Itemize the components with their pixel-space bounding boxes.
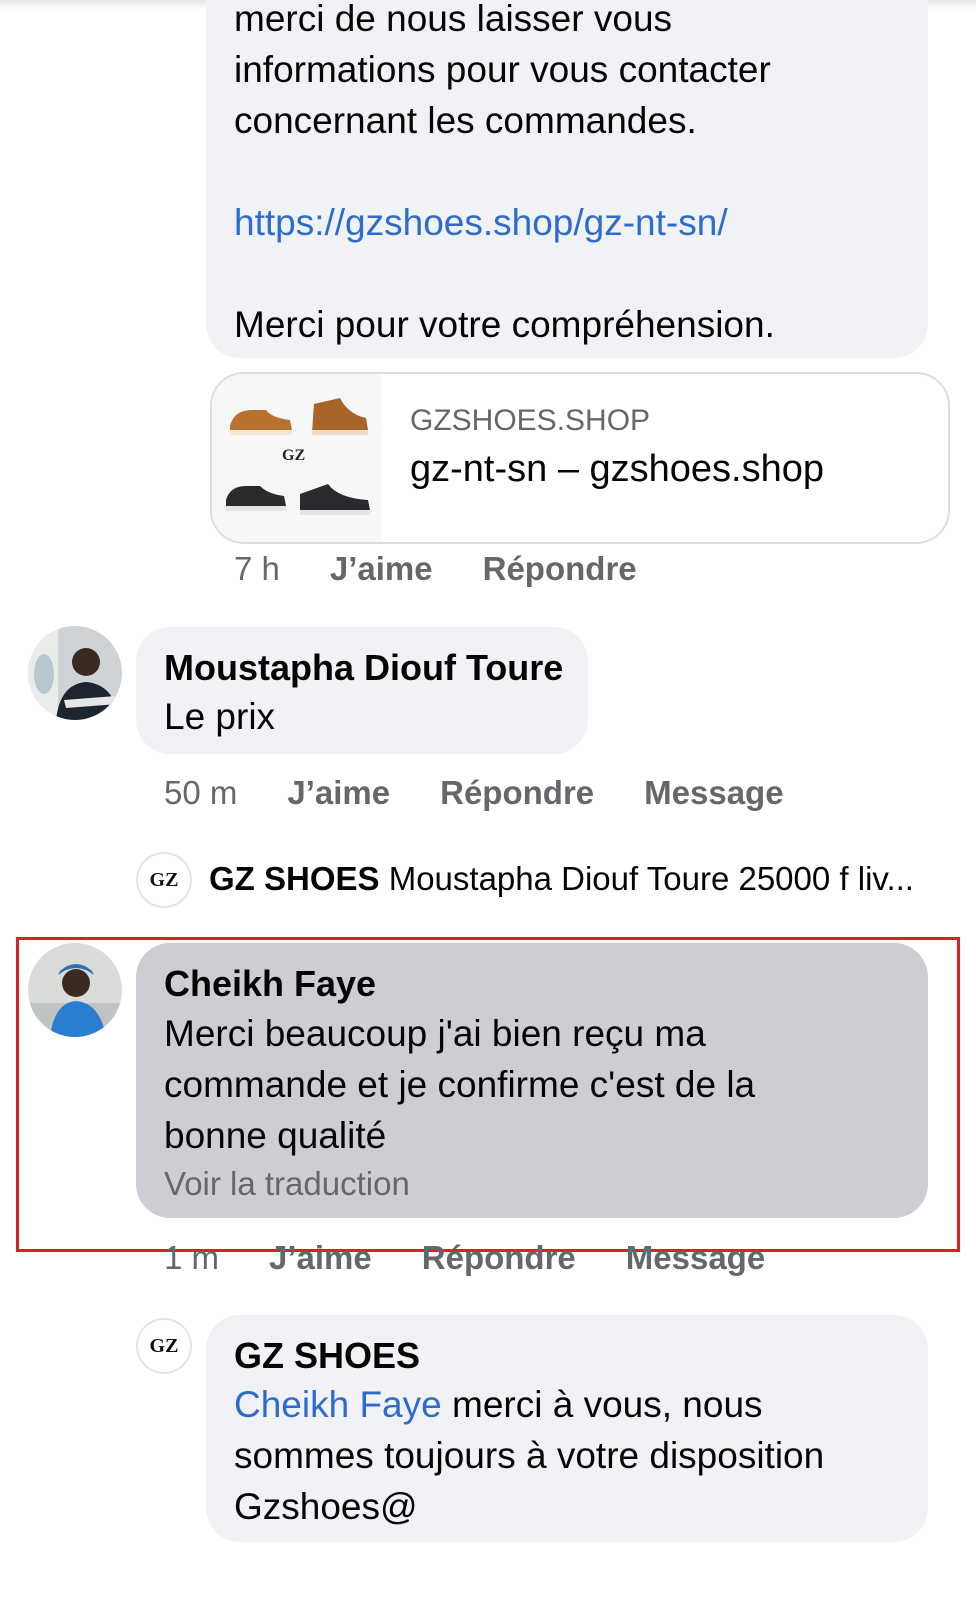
shop-reply-line-rest: merci à vous, nous: [441, 1384, 763, 1425]
comment-line: bonne qualité: [164, 1115, 387, 1156]
shop-reply-line: Gzshoes@: [234, 1486, 418, 1527]
avatar[interactable]: [28, 943, 122, 1037]
comment-text: Merci beaucoup j'ai bien reçu ma command…: [164, 1008, 914, 1161]
comment-author[interactable]: Moustapha Diouf Toure: [164, 647, 563, 689]
gz-shoes-logo[interactable]: GZ: [136, 1318, 192, 1374]
reply-button[interactable]: Répondre: [483, 550, 637, 588]
shop-reply-time: 7 h: [234, 550, 280, 587]
preview-title: gz-nt-sn – gzshoes.shop: [410, 448, 825, 490]
shop-link[interactable]: https://gzshoes.shop/gz-nt-sn/: [234, 197, 914, 248]
shop-reply-line: concernant les commandes.: [234, 100, 697, 141]
message-button[interactable]: Message: [644, 774, 783, 812]
like-button[interactable]: J’aime: [330, 550, 433, 588]
avatar[interactable]: [28, 626, 122, 720]
shop-reply-thanks: Merci pour votre compréhension.: [234, 304, 775, 345]
comment-text: Le prix: [164, 696, 276, 737]
comment-time: 1 m: [164, 1239, 220, 1276]
reply-button[interactable]: Répondre: [422, 1239, 576, 1277]
like-button[interactable]: J’aime: [269, 1239, 372, 1277]
collapsed-reply-author: GZ SHOES: [209, 860, 380, 897]
comment-actions: 50 m J’aime Répondre Message: [164, 774, 834, 812]
shop-reply-text: Cheikh Faye merci à vous, nous sommes to…: [234, 1379, 924, 1532]
message-button[interactable]: Message: [626, 1239, 765, 1277]
gz-shoes-logo[interactable]: GZ: [136, 852, 192, 908]
shoes-thumbnail: GZ: [212, 374, 382, 542]
comment-author[interactable]: Cheikh Faye: [164, 963, 376, 1005]
shop-reply-bubble: GZ SHOES Cheikh Faye merci à vous, nous …: [206, 1315, 928, 1542]
comment-time: 50 m: [164, 774, 238, 811]
shop-reply-actions: 7 h J’aime Répondre: [234, 550, 687, 588]
shop-reply-author[interactable]: GZ SHOES: [234, 1335, 420, 1377]
mention-link[interactable]: Cheikh Faye: [234, 1384, 442, 1425]
shop-reply-line: Cheikh Faye merci à vous, nous: [234, 1379, 924, 1430]
comment-actions: 1 m J’aime Répondre Message: [164, 1239, 815, 1277]
shop-reply-line: merci de nous laisser vous: [234, 0, 673, 39]
like-button[interactable]: J’aime: [287, 774, 390, 812]
shop-reply-line: sommes toujours à votre disposition: [234, 1435, 825, 1476]
logo-text: GZ: [149, 1334, 179, 1357]
preview-domain: GZSHOES.SHOP: [410, 404, 651, 437]
comment-line: Merci beaucoup j'ai bien reçu ma: [164, 1013, 706, 1054]
see-translation-link[interactable]: Voir la traduction: [164, 1165, 410, 1203]
thumbnail-logo: GZ: [282, 447, 305, 464]
collapsed-reply-snippet: Moustapha Diouf Toure 25000 f liv...: [388, 860, 914, 897]
comment-bubble-highlighted: Cheikh Faye Merci beaucoup j'ai bien reç…: [136, 943, 928, 1218]
reply-button[interactable]: Répondre: [440, 774, 594, 812]
shop-reply-line: informations pour vous contacter: [234, 49, 771, 90]
comment-bubble: Moustapha Diouf Toure Le prix: [136, 627, 588, 754]
comment-line: commande et je confirme c'est de la: [164, 1064, 756, 1105]
link-preview-card[interactable]: GZ GZSHOES.SHOP gz-nt-sn – gzshoes.shop: [210, 372, 950, 544]
logo-text: GZ: [149, 868, 179, 891]
shop-reply-bubble: merci de nous laisser vous informations …: [206, 0, 928, 358]
shop-reply-text: merci de nous laisser vous informations …: [234, 0, 914, 350]
collapsed-reply[interactable]: GZ SHOES Moustapha Diouf Toure 25000 f l…: [209, 860, 914, 898]
